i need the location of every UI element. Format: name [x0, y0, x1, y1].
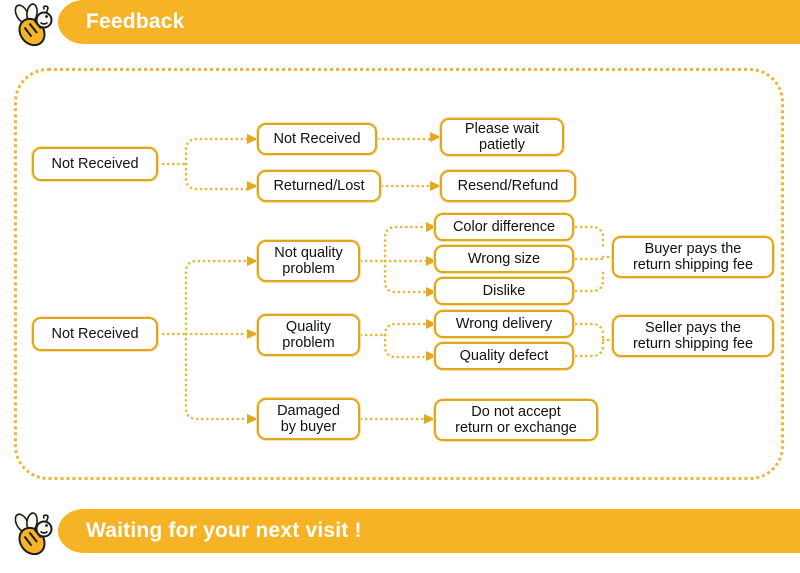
node-not-quality-problem: Not quality problem — [257, 240, 360, 282]
bee-icon — [14, 3, 53, 47]
node-no-return: Do not accept return or exchange — [434, 399, 598, 441]
node-quality-problem: Quality problem — [257, 314, 360, 356]
node-not-received-1: Not Received — [32, 147, 158, 181]
node-wrong-delivery: Wrong delivery — [434, 310, 574, 338]
node-quality-defect: Quality defect — [434, 342, 574, 370]
node-resend-refund: Resend/Refund — [440, 170, 576, 202]
node-buyer-pays: Buyer pays the return shipping fee — [612, 236, 774, 278]
node-returned-lost: Returned/Lost — [257, 170, 381, 202]
bee-icon — [14, 512, 53, 556]
node-not-received-3: Not Received — [32, 317, 158, 351]
node-please-wait: Please wait patietly — [440, 118, 564, 156]
footer-title: Waiting for your next visit ! — [86, 519, 362, 542]
node-color-difference: Color difference — [434, 213, 574, 241]
node-damaged-by-buyer: Damaged by buyer — [257, 398, 360, 440]
node-wrong-size: Wrong size — [434, 245, 574, 273]
node-seller-pays: Seller pays the return shipping fee — [612, 315, 774, 357]
node-not-received-2: Not Received — [257, 123, 377, 155]
header-banner: Feedback — [0, 0, 800, 52]
footer-banner: Waiting for your next visit ! — [0, 509, 800, 561]
node-dislike: Dislike — [434, 277, 574, 305]
header-title: Feedback — [86, 10, 185, 33]
